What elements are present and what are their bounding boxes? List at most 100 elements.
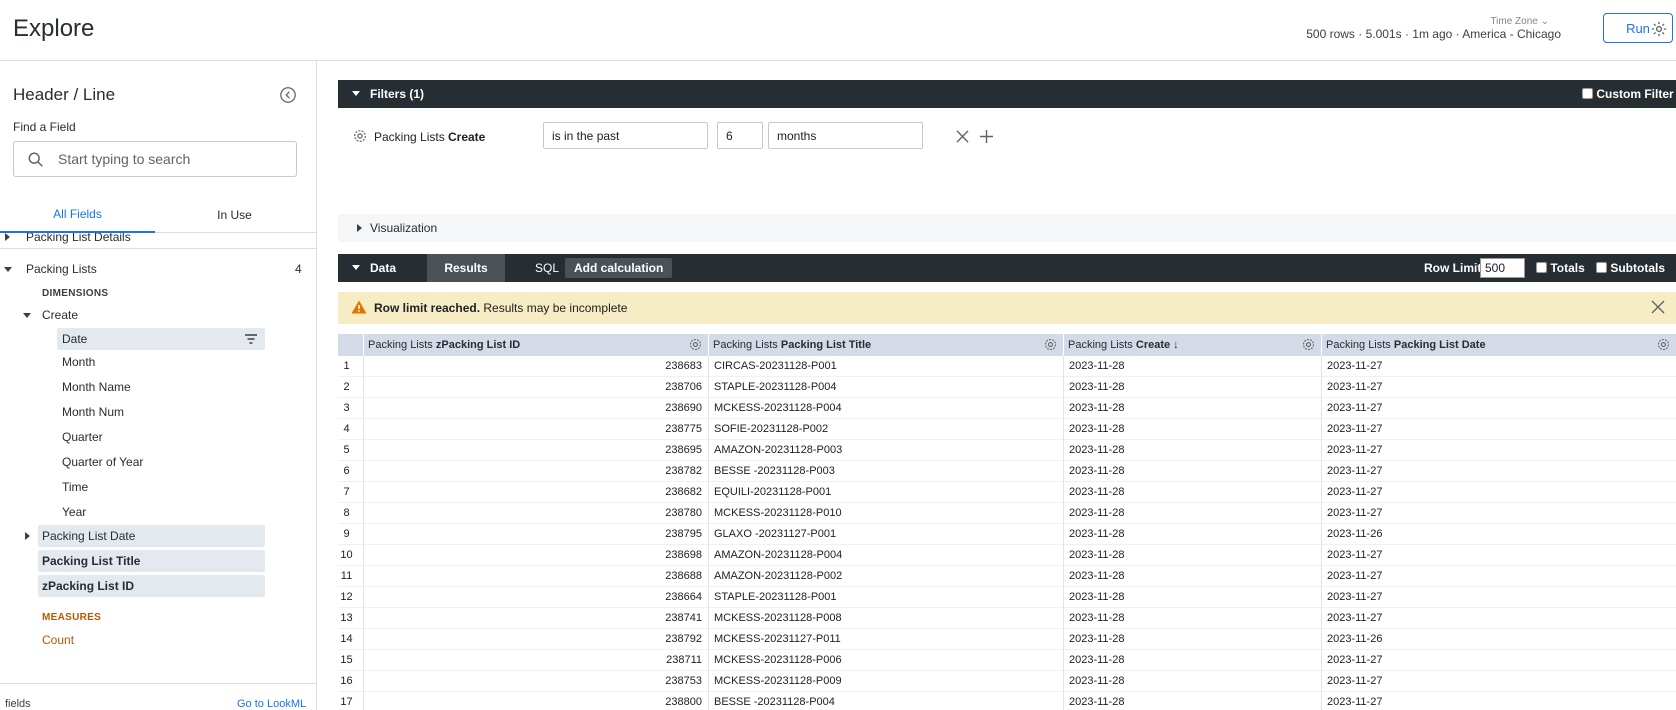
- cell-packing-list-date: 2023-11-27: [1321, 482, 1676, 503]
- field-create-month[interactable]: Month: [62, 351, 95, 373]
- tab-results[interactable]: Results: [427, 254, 505, 282]
- column-header[interactable]: Packing Lists Packing List Title: [708, 334, 1063, 356]
- dimension-group-create[interactable]: Create: [0, 304, 316, 326]
- go-to-lookml-link[interactable]: Go to LookML: [237, 698, 306, 710]
- column-header[interactable]: Packing Lists Create ↓: [1063, 334, 1321, 356]
- row-limit-warning: Row limit reached. Results may be incomp…: [338, 292, 1676, 324]
- totals-label: Totals: [1550, 261, 1585, 275]
- gear-icon[interactable]: [352, 128, 368, 144]
- cell-packing-list-id: 238711: [363, 650, 708, 671]
- row-limit-input[interactable]: 500: [1480, 258, 1525, 278]
- subtotals-toggle[interactable]: Subtotals: [1596, 261, 1665, 275]
- column-header[interactable]: Packing Lists zPacking List ID: [363, 334, 708, 356]
- column-header[interactable]: Packing Lists Packing List Date: [1321, 334, 1676, 356]
- field-zpacking-list-id[interactable]: zPacking List ID: [38, 575, 265, 597]
- filters-bar[interactable]: Filters (1) Custom Filter: [338, 80, 1676, 108]
- top-bar: Explore Time Zone ⌄ 500 rows · 5.001s · …: [0, 0, 1676, 61]
- field-create-quarter-of-year[interactable]: Quarter of Year: [62, 451, 143, 473]
- filter-icon[interactable]: [244, 333, 258, 345]
- field-packing-list-date[interactable]: Packing List Date: [25, 525, 265, 547]
- filter-row: Packing Lists Create is in the past 6 mo…: [338, 122, 1676, 152]
- explore-name: Header / Line: [13, 85, 116, 104]
- dimensions-heading: DIMENSIONS: [42, 287, 109, 299]
- caret-right-icon: [357, 224, 362, 232]
- filter-unit-select[interactable]: months: [768, 122, 923, 149]
- cell-packing-list-id: 238782: [363, 461, 708, 482]
- cell-packing-list-date: 2023-11-27: [1321, 566, 1676, 587]
- column-field: Packing List Title: [780, 339, 872, 351]
- column-field: Packing List Date: [1393, 339, 1486, 351]
- visualization-bar[interactable]: Visualization: [338, 214, 1676, 242]
- custom-filter-toggle[interactable]: Custom Filter: [1582, 87, 1674, 101]
- totals-toggle[interactable]: Totals: [1536, 261, 1585, 275]
- fields-footer-label: fields: [5, 698, 31, 710]
- filter-value-input[interactable]: 6: [717, 122, 763, 149]
- table-row: 14 238792 MCKESS-20231127-P011 2023-11-28 20…: [338, 629, 1676, 650]
- filter-operator-select[interactable]: is in the past: [543, 122, 708, 149]
- cell-create-date: 2023-11-28: [1063, 608, 1321, 629]
- cell-packing-list-date: 2023-11-27: [1321, 671, 1676, 692]
- gear-icon[interactable]: [1301, 337, 1316, 352]
- field-create-year[interactable]: Year: [62, 501, 86, 523]
- tab-all-fields[interactable]: All Fields: [0, 197, 155, 233]
- sidebar-footer: fields Go to LookML: [0, 683, 316, 710]
- cell-packing-list-id: 238682: [363, 482, 708, 503]
- column-field: Create ↓: [1135, 339, 1179, 351]
- cell-packing-list-title: AMAZON-20231128-P003: [708, 440, 1063, 461]
- chevron-down-icon: ⌄: [1540, 16, 1549, 27]
- field-create-quarter[interactable]: Quarter: [62, 426, 103, 448]
- cell-packing-list-title: MCKESS-20231128-P008: [708, 608, 1063, 629]
- field-packing-list-title[interactable]: Packing List Title: [38, 550, 265, 572]
- group-packing-lists[interactable]: Packing Lists 4: [0, 258, 316, 280]
- row-limit-label: Row Limit: [1424, 261, 1482, 275]
- gear-icon[interactable]: [1656, 337, 1671, 352]
- group-packing-list-details[interactable]: Packing List Details: [0, 233, 316, 248]
- table-row: 13 238741 MCKESS-20231128-P008 2023-11-28 20…: [338, 608, 1676, 629]
- table-row: 12 238664 STAPLE-20231128-P001 2023-11-28 20…: [338, 587, 1676, 608]
- field-label: Packing List Date: [42, 529, 136, 543]
- row-number: 7: [338, 482, 363, 503]
- close-icon[interactable]: [1651, 300, 1665, 314]
- timezone-selector[interactable]: Time Zone ⌄: [1490, 16, 1549, 27]
- filter-field-name: Create: [448, 130, 486, 144]
- subtotals-checkbox[interactable]: [1596, 262, 1607, 273]
- cell-packing-list-date: 2023-11-27: [1321, 503, 1676, 524]
- cell-packing-list-title: AMAZON-20231128-P004: [708, 545, 1063, 566]
- caret-down-icon[interactable]: [352, 265, 360, 270]
- totals-checkbox[interactable]: [1536, 262, 1547, 273]
- cell-packing-list-title: STAPLE-20231128-P004: [708, 377, 1063, 398]
- add-calculation-button[interactable]: Add calculation: [565, 258, 673, 278]
- gear-icon[interactable]: [1650, 20, 1668, 38]
- gear-icon[interactable]: [1043, 337, 1058, 352]
- gear-icon[interactable]: [688, 337, 703, 352]
- table-row: 10 238698 AMAZON-20231128-P004 2023-11-28 20…: [338, 545, 1676, 566]
- field-create-month-num[interactable]: Month Num: [62, 401, 124, 423]
- cell-create-date: 2023-11-28: [1063, 440, 1321, 461]
- measure-count[interactable]: Count: [42, 629, 74, 651]
- collapse-icon[interactable]: [279, 86, 297, 104]
- cell-create-date: 2023-11-28: [1063, 482, 1321, 503]
- group-label: Packing Lists: [26, 262, 97, 276]
- custom-filter-checkbox[interactable]: [1582, 88, 1593, 99]
- timezone-label: Time Zone: [1490, 16, 1538, 27]
- field-create-month-name[interactable]: Month Name: [62, 376, 131, 398]
- row-number: 13: [338, 608, 363, 629]
- row-number: 17: [338, 692, 363, 710]
- column-field: zPacking List ID: [435, 339, 521, 351]
- divider: [0, 248, 316, 249]
- warning-icon: [351, 300, 367, 314]
- field-create-date[interactable]: Date: [57, 328, 265, 350]
- field-create-time[interactable]: Time: [62, 476, 88, 498]
- search-input[interactable]: [58, 148, 288, 170]
- cell-create-date: 2023-11-28: [1063, 545, 1321, 566]
- page-title: Explore: [13, 15, 95, 42]
- plus-icon[interactable]: [980, 130, 993, 143]
- field-tree: Packing List Details Packing Lists 4 DIM…: [0, 233, 316, 673]
- tab-sql[interactable]: SQL: [527, 254, 567, 282]
- cell-packing-list-title: BESSE -20231128-P003: [708, 461, 1063, 482]
- close-icon[interactable]: [956, 130, 969, 143]
- field-label: Date: [62, 332, 88, 346]
- table-row: 15 238711 MCKESS-20231128-P006 2023-11-28 20…: [338, 650, 1676, 671]
- row-number: 6: [338, 461, 363, 482]
- tab-in-use[interactable]: In Use: [157, 197, 312, 233]
